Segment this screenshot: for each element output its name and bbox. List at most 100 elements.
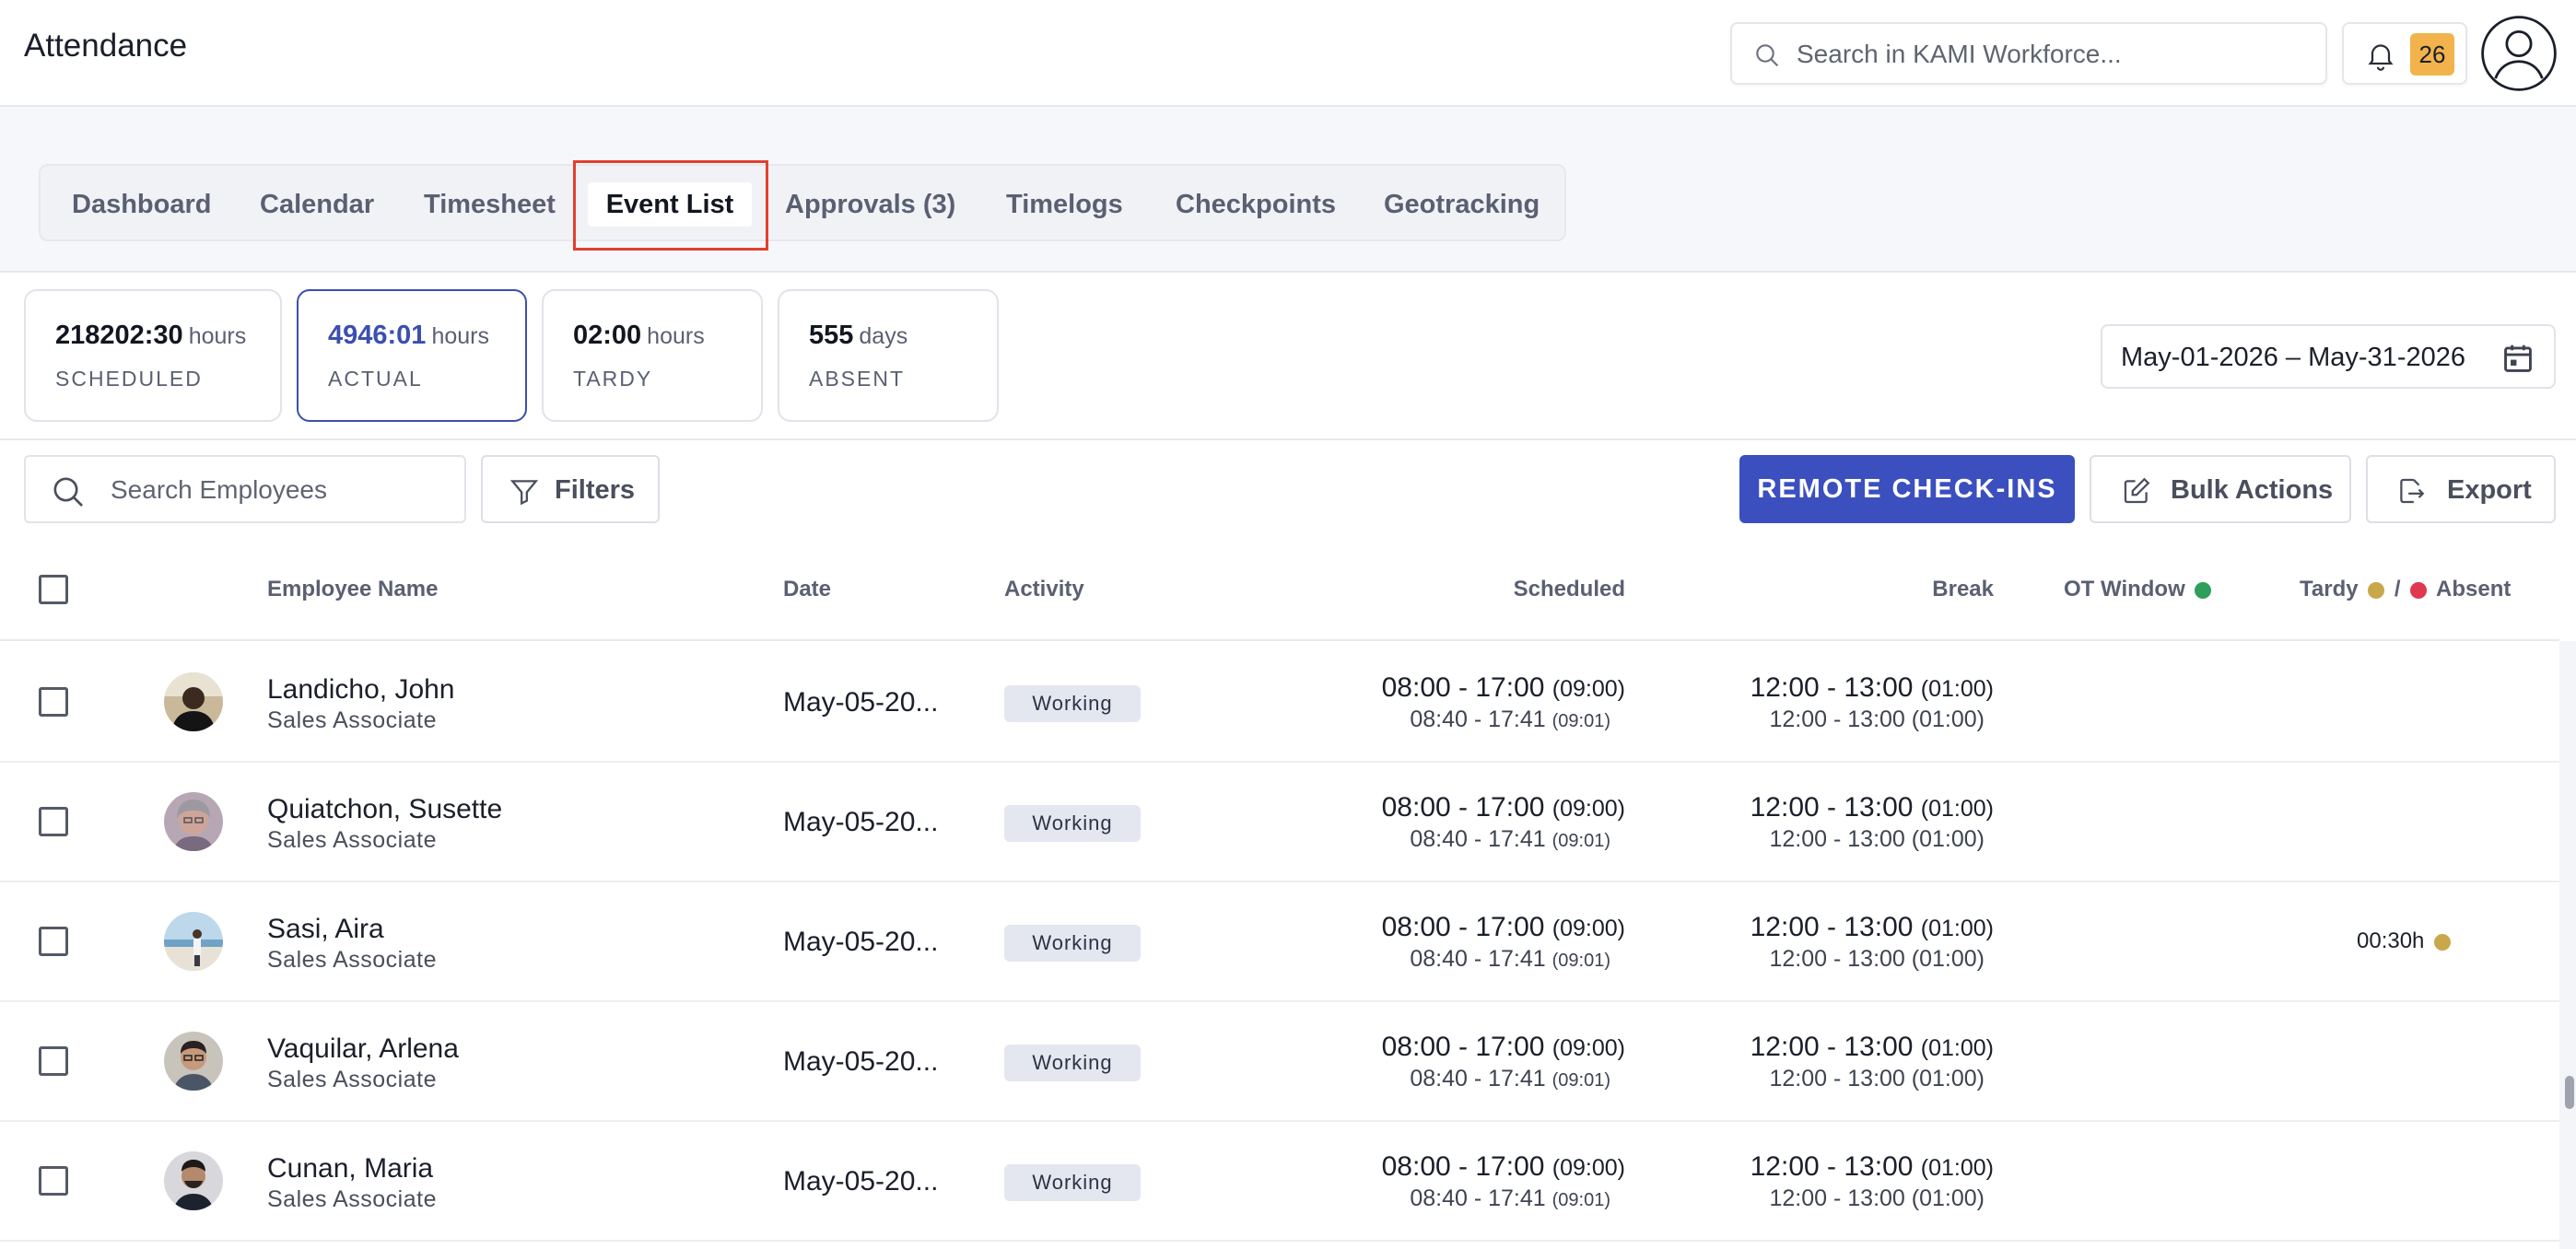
employee-name[interactable]: Vaquilar, Arlena [267,1033,459,1065]
row-checkbox[interactable] [39,1166,68,1196]
employee-name[interactable]: Quiatchon, Susette [267,794,502,825]
employee-avatar [164,792,223,851]
global-search[interactable] [1730,22,2327,85]
notifications-button[interactable]: 26 [2342,22,2467,85]
date-range-picker[interactable]: May-01-2026 – May-31-2026 [2101,324,2556,389]
stat-value: 218202:30 [55,321,183,350]
stat-label: TARDY [573,367,653,391]
employee-search-input[interactable] [111,472,451,508]
employee-avatar [164,672,223,731]
tab-timelogs[interactable]: Timelogs [1006,182,1123,227]
export-icon [2400,478,2425,504]
break-duration: (01:00) [1920,916,1994,941]
break-duration: (01:00) [1920,796,1994,822]
select-all-checkbox[interactable] [39,575,68,604]
employee-avatar [164,1032,223,1091]
stat-label: ABSENT [809,367,906,391]
stat-unit: hours [188,323,247,349]
filter-icon [509,480,539,506]
scrollbar-track[interactable] [2559,641,2576,1249]
row-checkbox[interactable] [39,1046,68,1076]
break-actual: 12:00 - 13:00 (01:00) [1769,706,1985,732]
edit-icon [2124,477,2150,504]
stat-value: 4946:01 [328,321,427,350]
employee-name[interactable]: Landicho, John [267,674,455,706]
tardy-status-dot [2368,581,2385,599]
event-date: May-05-20... [783,1166,939,1196]
global-search-input[interactable] [1797,35,2313,74]
actual-duration: (09:01) [1551,711,1610,731]
scheduled-duration: (09:00) [1551,1155,1625,1181]
row-checkbox[interactable] [39,807,68,836]
employee-avatar [164,1151,223,1210]
table-row[interactable]: Sasi, Aira Sales Associate May-05-20... … [0,882,2559,1002]
export-button[interactable]: Export [2366,455,2556,523]
row-checkbox[interactable] [39,927,68,956]
scheduled-cell: 08:00 - 17:00 (09:00) 08:40 - 17:41 (09:… [1382,912,1625,975]
tardy-value: 00:30h [2357,928,2425,953]
stat-unit: hours [647,323,705,349]
col-scheduled[interactable]: Scheduled [1514,577,1625,602]
table-row[interactable]: Landicho, John Sales Associate May-05-20… [0,643,2559,763]
employee-search[interactable] [24,455,466,523]
user-avatar-icon[interactable] [2480,15,2558,92]
calendar-icon[interactable] [2500,341,2535,376]
scheduled-duration: (09:00) [1551,916,1625,941]
tab-geotracking[interactable]: Geotracking [1384,182,1540,227]
scheduled-cell: 08:00 - 17:00 (09:00) 08:40 - 17:41 (09:… [1382,672,1625,736]
employee-name[interactable]: Sasi, Aira [267,914,384,945]
employee-name[interactable]: Cunan, Maria [267,1153,433,1185]
stat-tardy[interactable]: 02:00 hours TARDY [542,289,763,422]
scheduled-time: 08:00 - 17:00 [1381,912,1545,942]
employee-avatar [164,912,223,971]
col-date[interactable]: Date [783,577,831,602]
tab-timesheet[interactable]: Timesheet [424,182,556,227]
bulk-actions-button[interactable]: Bulk Actions [2090,455,2351,523]
bell-icon [2368,44,2394,71]
break-time: 12:00 - 13:00 [1750,912,1914,942]
tab-dashboard[interactable]: Dashboard [72,182,211,227]
tab-calendar[interactable]: Calendar [260,182,374,227]
col-ot-window[interactable]: OT Window [2064,577,2215,602]
break-cell: 12:00 - 13:00 (01:00) 12:00 - 13:00 (01:… [1751,672,1994,734]
col-tardy-absent[interactable]: Tardy / Absent [2300,577,2511,602]
col-activity[interactable]: Activity [1004,577,1084,602]
event-date: May-05-20... [783,1046,939,1077]
break-actual: 12:00 - 13:00 (01:00) [1769,946,1985,972]
employee-role: Sales Associate [267,947,437,973]
filters-button[interactable]: Filters [481,455,660,523]
tabs-band: Dashboard Calendar Timesheet Event List … [0,107,2576,273]
stat-actual[interactable]: 4946:01 hours ACTUAL [297,289,527,422]
actual-time: 08:40 - 17:41 [1410,946,1546,972]
actual-duration: (09:01) [1551,831,1610,851]
stat-value: 02:00 [573,321,642,350]
absent-status-dot [2410,581,2428,599]
break-actual: 12:00 - 13:00 (01:00) [1769,1185,1985,1211]
table-row[interactable]: Quiatchon, Susette Sales Associate May-0… [0,763,2559,882]
bulk-actions-label: Bulk Actions [2171,475,2334,505]
absent-label: Absent [2436,577,2512,601]
break-cell: 12:00 - 13:00 (01:00) 12:00 - 13:00 (01:… [1751,1032,1994,1093]
scheduled-time: 08:00 - 17:00 [1381,1151,1545,1182]
activity-badge: Working [1004,685,1141,722]
row-checkbox[interactable] [39,687,68,717]
table-row[interactable]: Vaquilar, Arlena Sales Associate May-05-… [0,1002,2559,1122]
tab-event-list[interactable]: Event List [588,182,752,227]
notification-count-badge: 26 [2410,33,2454,76]
activity-badge: Working [1004,1045,1141,1081]
actual-time: 08:40 - 17:41 [1410,1066,1546,1091]
scrollbar-thumb[interactable] [2565,1076,2574,1109]
stat-scheduled[interactable]: 218202:30 hours SCHEDULED [24,289,282,422]
tab-approvals[interactable]: Approvals (3) [785,182,955,227]
stat-absent[interactable]: 555 days ABSENT [778,289,999,422]
col-employee-name[interactable]: Employee Name [267,577,438,602]
remote-check-ins-button[interactable]: REMOTE CHECK-INS [1739,455,2075,523]
col-break[interactable]: Break [1932,577,1994,602]
employee-role: Sales Associate [267,707,437,733]
activity-badge: Working [1004,805,1141,842]
break-actual: 12:00 - 13:00 (01:00) [1769,826,1985,852]
break-time: 12:00 - 13:00 [1750,1032,1914,1062]
tab-checkpoints[interactable]: Checkpoints [1176,182,1336,227]
table-row[interactable]: Cunan, Maria Sales Associate May-05-20..… [0,1122,2559,1242]
filters-label: Filters [555,475,636,505]
